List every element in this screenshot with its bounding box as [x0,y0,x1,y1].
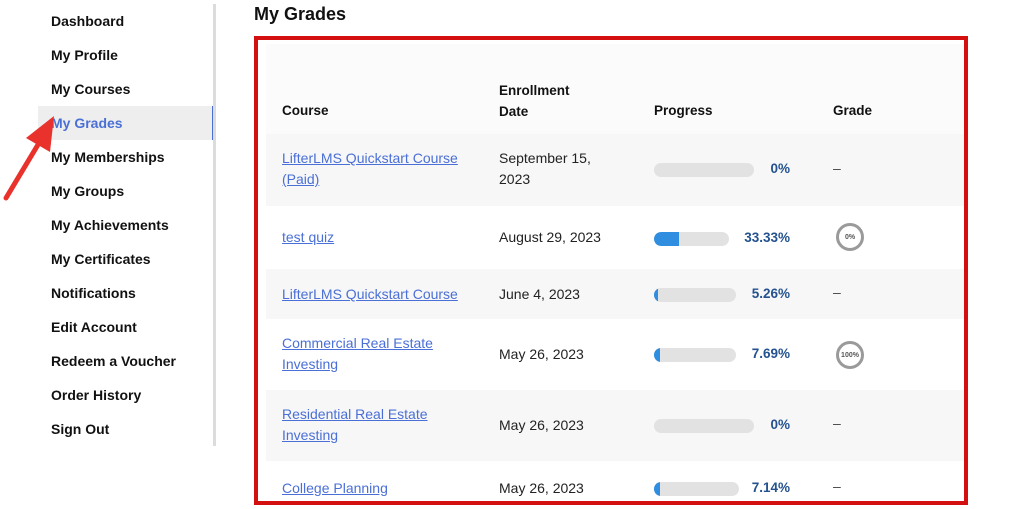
enrollment-date: May 26, 2023 [499,480,584,496]
column-header-enrollment: Enrollment [499,83,570,98]
progress-percent: 5.26% [751,286,790,301]
course-link[interactable]: Residential Real Estate [282,406,428,422]
sidebar-item-dashboard[interactable]: Dashboard [38,4,213,38]
course-link[interactable]: Commercial Real Estate [282,335,433,351]
sidebar-item-sign-out[interactable]: Sign Out [38,412,213,446]
grade-value: – [833,478,841,494]
enrollment-date: August 29, 2023 [499,229,601,245]
table-row: test quiz August 29, 2023 33.33% 0% [266,206,964,269]
grade-value: – [833,160,841,176]
column-header-course: Course [282,103,329,118]
grades-table-highlight: Course Enrollment Date Progress Grade Li… [254,36,968,505]
course-link[interactable]: LifterLMS Quickstart Course [282,150,458,166]
table-row: Residential Real Estate Investing May 26… [266,390,964,461]
progress-bar-fill [654,348,661,362]
sidebar-item-edit-account[interactable]: Edit Account [38,310,213,344]
sidebar-item-my-memberships[interactable]: My Memberships [38,140,213,174]
progress-percent: 7.69% [751,346,790,361]
page-title: My Grades [254,4,347,24]
account-sidebar: Dashboard My Profile My Courses My Grade… [38,4,216,446]
enrollment-date: May 26, 2023 [499,346,584,362]
sidebar-divider [213,4,216,446]
course-link[interactable]: College Planning [282,480,388,496]
course-link[interactable]: test quiz [282,229,334,245]
progress-bar-fill [654,232,679,246]
progress-bar-fill [654,288,659,302]
enrollment-date: May 26, 2023 [499,417,584,433]
grade-badge: 100% [836,341,864,369]
sidebar-item-notifications[interactable]: Notifications [38,276,213,310]
sidebar-item-my-achievements[interactable]: My Achievements [38,208,213,242]
grade-value: – [833,284,841,300]
sidebar-item-my-certificates[interactable]: My Certificates [38,242,213,276]
progress-percent: 33.33% [744,230,790,245]
table-row: LifterLMS Quickstart Course June 4, 2023… [266,269,964,319]
sidebar-item-redeem-voucher[interactable]: Redeem a Voucher [38,344,213,378]
enrollment-date: June 4, 2023 [499,286,580,302]
enrollment-date: September 15, [499,150,591,166]
progress-bar [654,348,736,362]
progress-bar-fill [654,482,661,496]
progress-percent: 0% [770,161,790,176]
grade-value: – [833,415,841,431]
table-row: College Planning May 26, 2023 7.14% – [266,461,964,501]
progress-percent: 0% [770,417,790,432]
table-row: Commercial Real Estate Investing May 26,… [266,319,964,390]
progress-bar [654,482,739,496]
table-header: Course Enrollment Date Progress Grade [266,44,964,138]
red-arrow-icon [3,116,54,201]
grade-badge: 0% [836,223,864,251]
sidebar-item-my-groups[interactable]: My Groups [38,174,213,208]
course-link-continued[interactable]: (Paid) [282,171,319,187]
sidebar-item-order-history[interactable]: Order History [38,378,213,412]
course-link[interactable]: LifterLMS Quickstart Course [282,286,458,302]
progress-bar [654,232,729,246]
progress-bar [654,288,736,302]
course-link-continued[interactable]: Investing [282,356,338,372]
column-header-grade: Grade [833,103,873,118]
sidebar-item-my-grades[interactable]: My Grades [38,106,216,140]
sidebar-item-my-courses[interactable]: My Courses [38,72,213,106]
course-link-continued[interactable]: Investing [282,427,338,443]
column-header-date: Date [499,104,529,119]
sidebar-item-my-profile[interactable]: My Profile [38,38,213,72]
column-header-progress: Progress [654,103,713,118]
progress-percent: 7.14% [751,480,790,495]
table-row: LifterLMS Quickstart Course (Paid) Septe… [266,134,964,206]
enrollment-date-continued: 2023 [499,171,531,187]
